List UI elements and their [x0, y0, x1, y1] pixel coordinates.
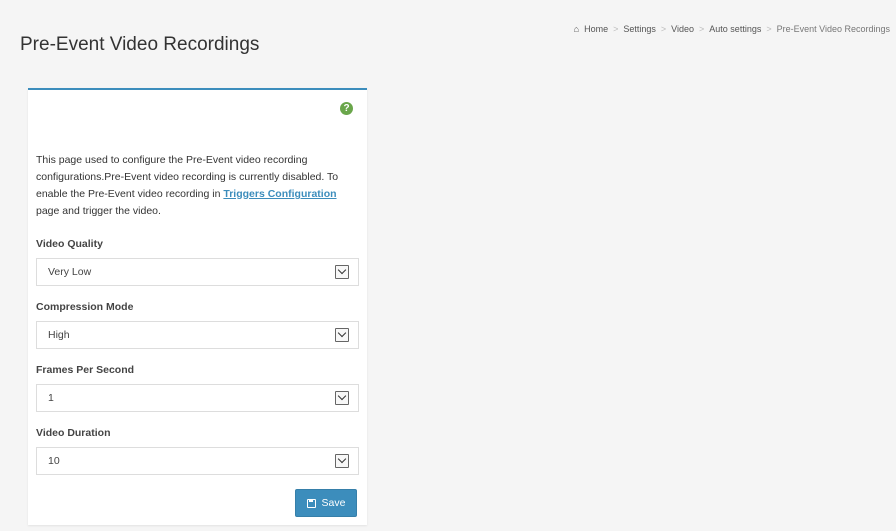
- video-quality-select[interactable]: Very Low: [36, 258, 359, 286]
- description-text-end: page and trigger the video.: [36, 205, 161, 217]
- video-duration-value: 10: [48, 455, 60, 467]
- page-description: This page used to configure the Pre-Even…: [36, 152, 362, 220]
- video-duration-select[interactable]: 10: [36, 447, 359, 475]
- breadcrumb-current: Pre-Event Video Recordings: [776, 24, 890, 34]
- breadcrumb-auto-settings[interactable]: Auto settings: [709, 24, 761, 34]
- breadcrumb-settings[interactable]: Settings: [623, 24, 656, 34]
- breadcrumb-separator: >: [699, 24, 705, 34]
- breadcrumb-video[interactable]: Video: [671, 24, 694, 34]
- frames-per-second-select[interactable]: 1: [36, 384, 359, 412]
- question-circle-icon[interactable]: ?: [340, 102, 353, 115]
- video-quality-value: Very Low: [48, 266, 92, 278]
- settings-panel: ? This page used to configure the Pre-Ev…: [28, 88, 367, 525]
- chevron-down-icon[interactable]: [335, 391, 349, 405]
- compression-mode-label: Compression Mode: [36, 301, 134, 313]
- breadcrumb-separator: >: [660, 24, 667, 34]
- chevron-down-icon[interactable]: [335, 454, 349, 468]
- breadcrumb-home[interactable]: Home: [584, 24, 608, 34]
- video-quality-label: Video Quality: [36, 238, 103, 250]
- compression-mode-value: High: [48, 329, 70, 341]
- breadcrumb-separator: >: [766, 24, 772, 34]
- page-title: Pre-Event Video Recordings: [20, 34, 260, 55]
- home-icon[interactable]: ⌂: [574, 24, 579, 34]
- chevron-down-icon[interactable]: [335, 265, 349, 279]
- frames-per-second-label: Frames Per Second: [36, 364, 135, 376]
- compression-mode-select[interactable]: High: [36, 321, 359, 349]
- save-button[interactable]: Save: [295, 489, 357, 517]
- breadcrumb: ⌂ Home > Settings > Video > Auto setting…: [574, 24, 890, 34]
- video-duration-label: Video Duration: [36, 427, 111, 439]
- breadcrumb-separator: >: [613, 24, 619, 34]
- triggers-configuration-link[interactable]: Triggers Configuration: [223, 188, 336, 200]
- save-label: Save: [321, 497, 346, 509]
- chevron-down-icon[interactable]: [335, 328, 349, 342]
- frames-per-second-value: 1: [48, 392, 54, 404]
- floppy-disk-icon: [306, 498, 316, 508]
